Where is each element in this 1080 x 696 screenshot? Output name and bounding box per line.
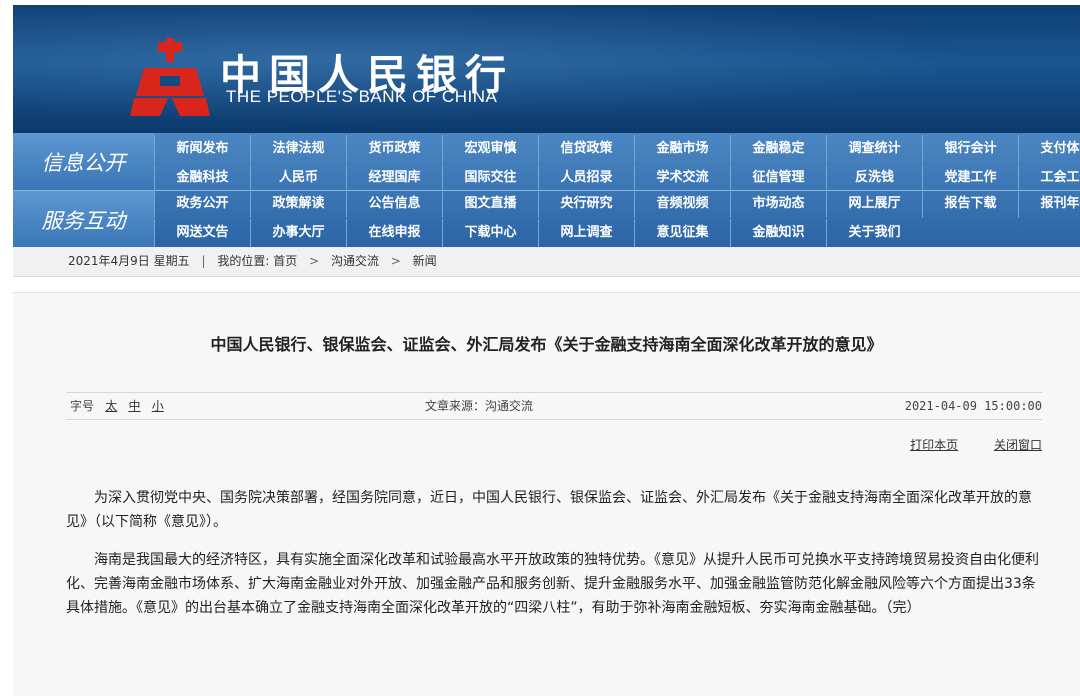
nav-item-market-dynamics[interactable]: 市场动态 [730, 190, 826, 218]
nav-item-credit-policy[interactable]: 信贷政策 [538, 135, 634, 163]
nav-item-about-us[interactable]: 关于我们 [826, 219, 922, 247]
chevron-right-icon: > [390, 254, 401, 268]
nav-item-online-exhibition[interactable]: 网上展厅 [826, 190, 922, 218]
nav-item-announcements[interactable]: 公告信息 [346, 190, 442, 218]
breadcrumb-home[interactable]: 首页 [273, 254, 297, 268]
pboc-logo-icon[interactable] [130, 38, 210, 118]
nav-item-party-building[interactable]: 党建工作 [922, 164, 1018, 192]
nav-item-union-work[interactable]: 工会工作 [1018, 164, 1080, 192]
nav-section-service-interaction[interactable]: 服务互动 [13, 190, 154, 248]
nav-row-3: 政务公开 政策解读 公告信息 图文直播 央行研究 音频视频 市场动态 网上展厅 … [154, 190, 1080, 218]
article-meta-bar: 字号 太 中 小 文章来源：沟通交流 2021-04-09 15:00:00 [66, 392, 1042, 420]
nav-item-laws[interactable]: 法律法规 [250, 135, 346, 163]
breadcrumb-separator: | [201, 254, 206, 268]
article-title: 中国人民银行、银保监会、证监会、外汇局发布《关于金融支持海南全面深化改革开放的意… [210, 335, 883, 354]
article-paragraph: 海南是我国最大的经济特区，具有实施全面深化改革和试验最高水平开放政策的独特优势。… [66, 552, 1039, 616]
nav-row-2: 金融科技 人民币 经理国库 国际交往 人员招录 学术交流 征信管理 反洗钱 党建… [154, 164, 1080, 192]
breadcrumb-inner: 2021年4月9日 星期五 | 我的位置: 首页 > 沟通交流 > 新闻 [68, 247, 437, 276]
nav-item-documents[interactable]: 网送文告 [154, 219, 250, 247]
nav-item-fintech[interactable]: 金融科技 [154, 164, 250, 192]
font-size-small-link[interactable]: 小 [152, 399, 164, 413]
nav-item-bank-accounting[interactable]: 银行会计 [922, 135, 1018, 163]
article-panel: 中国人民银行、银保监会、证监会、外汇局发布《关于金融支持海南全面深化改革开放的意… [13, 292, 1080, 696]
nav-item-audio-video[interactable]: 音频视频 [634, 190, 730, 218]
nav-item-anti-money-laundering[interactable]: 反洗钱 [826, 164, 922, 192]
article-source: 文章来源：沟通交流 [425, 399, 534, 413]
nav-item-rmb[interactable]: 人民币 [250, 164, 346, 192]
nav-item-payment-system[interactable]: 支付体系 [1018, 135, 1080, 163]
nav-item-news-release[interactable]: 新闻发布 [154, 135, 250, 163]
breadcrumb-communication[interactable]: 沟通交流 [331, 254, 379, 268]
article-datetime: 2021-04-09 15:00:00 [904, 399, 1042, 413]
nav-item-research[interactable]: 央行研究 [538, 190, 634, 218]
close-window-link[interactable]: 关闭窗口 [994, 438, 1042, 452]
nav-item-international[interactable]: 国际交往 [442, 164, 538, 192]
nav-item-recruitment[interactable]: 人员招录 [538, 164, 634, 192]
current-date: 2021年4月9日 星期五 [68, 254, 190, 268]
nav-item-service-hall[interactable]: 办事大厅 [250, 219, 346, 247]
nav-item-financial-markets[interactable]: 金融市场 [634, 135, 730, 163]
nav-item-monetary-policy[interactable]: 货币政策 [346, 135, 442, 163]
nav-item-live-broadcast[interactable]: 图文直播 [442, 190, 538, 218]
breadcrumb: 2021年4月9日 星期五 | 我的位置: 首页 > 沟通交流 > 新闻 [13, 247, 1080, 277]
nav-item-treasury[interactable]: 经理国库 [346, 164, 442, 192]
nav-item-yearbooks[interactable]: 报刊年鉴 [1018, 190, 1080, 218]
nav-section-info-disclosure[interactable]: 信息公开 [13, 133, 154, 190]
nav-item-financial-stability[interactable]: 金融稳定 [730, 135, 826, 163]
nav-row-1: 新闻发布 法律法规 货币政策 宏观审慎 信贷政策 金融市场 金融稳定 调查统计 … [154, 135, 1080, 163]
nav-item-credit-reference[interactable]: 征信管理 [730, 164, 826, 192]
article-paragraph: 为深入贯彻党中央、国务院决策部署，经国务院同意，近日，中国人民银行、银保监会、证… [66, 490, 1032, 530]
site-banner: 中国人民银行 THE PEOPLE'S BANK OF CHINA [13, 5, 1080, 133]
nav-item-online-survey[interactable]: 网上调查 [538, 219, 634, 247]
font-size-controls: 字号 太 中 小 [70, 393, 164, 419]
chevron-right-icon: > [309, 254, 320, 268]
breadcrumb-news[interactable]: 新闻 [413, 254, 437, 268]
nav-item-academic[interactable]: 学术交流 [634, 164, 730, 192]
nav-item-financial-knowledge[interactable]: 金融知识 [730, 219, 826, 247]
location-label: 我的位置: [217, 254, 270, 268]
nav-item-online-declaration[interactable]: 在线申报 [346, 219, 442, 247]
nav-item-report-download[interactable]: 报告下载 [922, 190, 1018, 218]
main-navigation: 信息公开 服务互动 新闻发布 法律法规 货币政策 宏观审慎 信贷政策 金融市场 … [13, 133, 1080, 248]
nav-item-statistics[interactable]: 调查统计 [826, 135, 922, 163]
nav-item-policy-interpretation[interactable]: 政策解读 [250, 190, 346, 218]
print-page-link[interactable]: 打印本页 [910, 438, 958, 452]
nav-item-macroprudential[interactable]: 宏观审慎 [442, 135, 538, 163]
font-size-medium-link[interactable]: 中 [129, 399, 141, 413]
nav-row-4: 网送文告 办事大厅 在线申报 下载中心 网上调查 意见征集 金融知识 关于我们 [154, 219, 922, 247]
nav-item-government-affairs[interactable]: 政务公开 [154, 190, 250, 218]
font-size-large-link[interactable]: 太 [105, 399, 117, 413]
nav-item-download-center[interactable]: 下载中心 [442, 219, 538, 247]
font-size-label: 字号 [70, 399, 95, 413]
article-tools: 打印本页 关闭窗口 [878, 436, 1042, 453]
nav-item-opinion-collection[interactable]: 意见征集 [634, 219, 730, 247]
article-body: 为深入贯彻党中央、国务院决策部署，经国务院同意，近日，中国人民银行、银保监会、证… [66, 486, 1042, 634]
bank-name-english: THE PEOPLE'S BANK OF CHINA [226, 87, 498, 106]
